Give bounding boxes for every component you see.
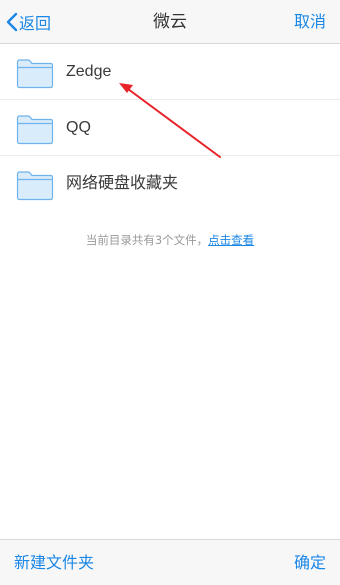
confirm-button[interactable]: 确定 (294, 540, 326, 585)
folder-icon (16, 59, 54, 89)
back-label: 返回 (19, 14, 52, 33)
folder-picker-screen: 返回 微云 取消 Zedge QQ 网络硬盘收藏夹 当前目录共有3个文件，点击查… (0, 0, 340, 585)
back-button[interactable]: 返回 (6, 0, 51, 44)
bottom-toolbar: 新建文件夹 确定 (0, 539, 340, 585)
folder-name: QQ (66, 119, 91, 136)
view-files-link[interactable]: 点击查看 (208, 233, 254, 247)
folder-icon (16, 115, 54, 145)
new-folder-button[interactable]: 新建文件夹 (14, 540, 94, 585)
folder-name: 网络硬盘收藏夹 (66, 175, 179, 192)
file-count-info: 当前目录共有3个文件，点击查看 (0, 232, 340, 248)
navigation-bar: 返回 微云 取消 (0, 0, 340, 44)
folder-row-network-favorites[interactable]: 网络硬盘收藏夹 (0, 156, 340, 212)
folder-row-zedge[interactable]: Zedge (0, 44, 340, 100)
folder-name: Zedge (66, 63, 112, 80)
chevron-left-icon (6, 12, 18, 32)
folder-icon (16, 171, 54, 201)
file-count-text: 当前目录共有3个文件， (85, 233, 209, 247)
folder-row-qq[interactable]: QQ (0, 100, 340, 156)
folder-list: Zedge QQ 网络硬盘收藏夹 (0, 44, 340, 212)
cancel-button[interactable]: 取消 (294, 0, 326, 44)
